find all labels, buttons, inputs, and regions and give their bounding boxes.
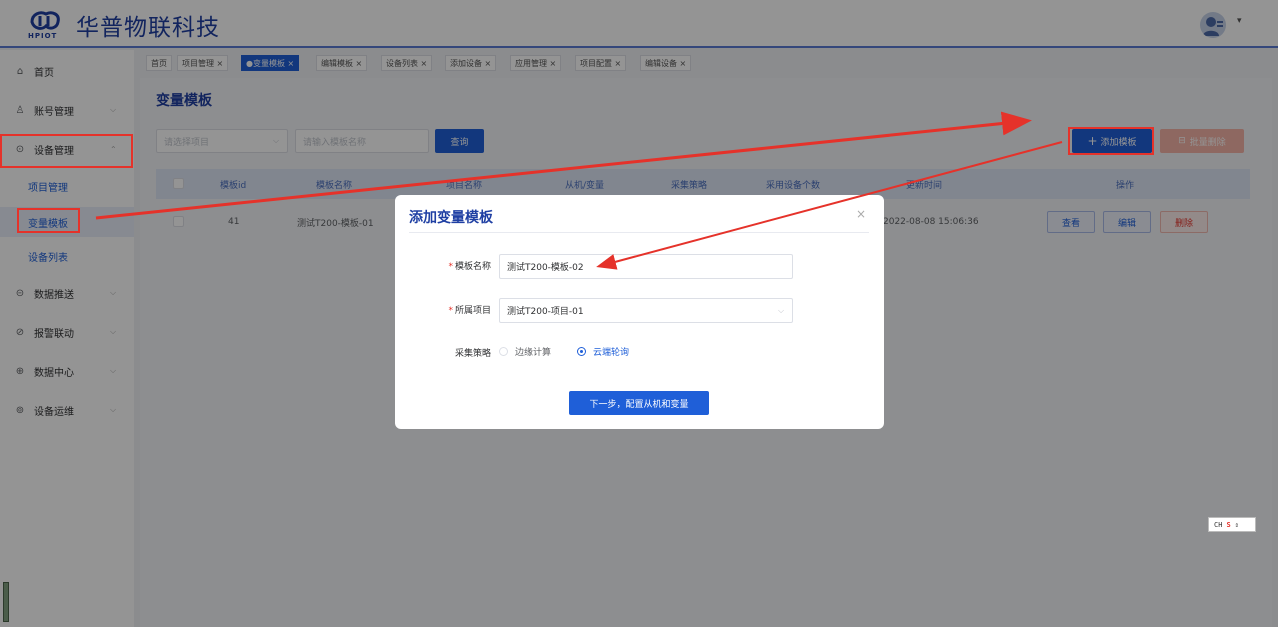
annotation-highlight-add-template [1068,127,1154,155]
ime-indicator[interactable]: CH S ⇕ [1208,517,1256,532]
dialog-title: 添加变量模板 [409,210,493,226]
strategy-label: 采集策略 [454,349,491,359]
template-name-input[interactable]: 测试T200-模板-02 [499,254,793,279]
project-label: * 所属项目 [448,306,491,316]
dialog-divider [409,232,869,233]
annotation-highlight-variable-template [17,208,80,233]
add-template-dialog: 添加变量模板 × * 模板名称 测试T200-模板-02 * 所属项目 测试T200… [395,195,884,429]
annotation-highlight-device-manage [0,134,133,168]
radio-cloud-polling-label[interactable]: 云端轮询 [593,345,629,358]
updown-icon: ⇕ [1234,520,1239,529]
chevron-down-icon: ⌵ [778,305,785,315]
sogou-icon: S [1226,520,1231,529]
radio-edge-computing-label[interactable]: 边缘计算 [515,345,551,358]
template-name-label: * 模板名称 [448,262,491,272]
project-select-input[interactable]: 测试T200-项目-01 ⌵ [499,298,793,323]
radio-edge-computing[interactable] [499,347,508,356]
next-step-button[interactable]: 下一步，配置从机和变量 [569,391,709,415]
side-strip [3,582,9,622]
close-icon[interactable]: × [856,207,866,221]
radio-cloud-polling[interactable] [577,347,586,356]
